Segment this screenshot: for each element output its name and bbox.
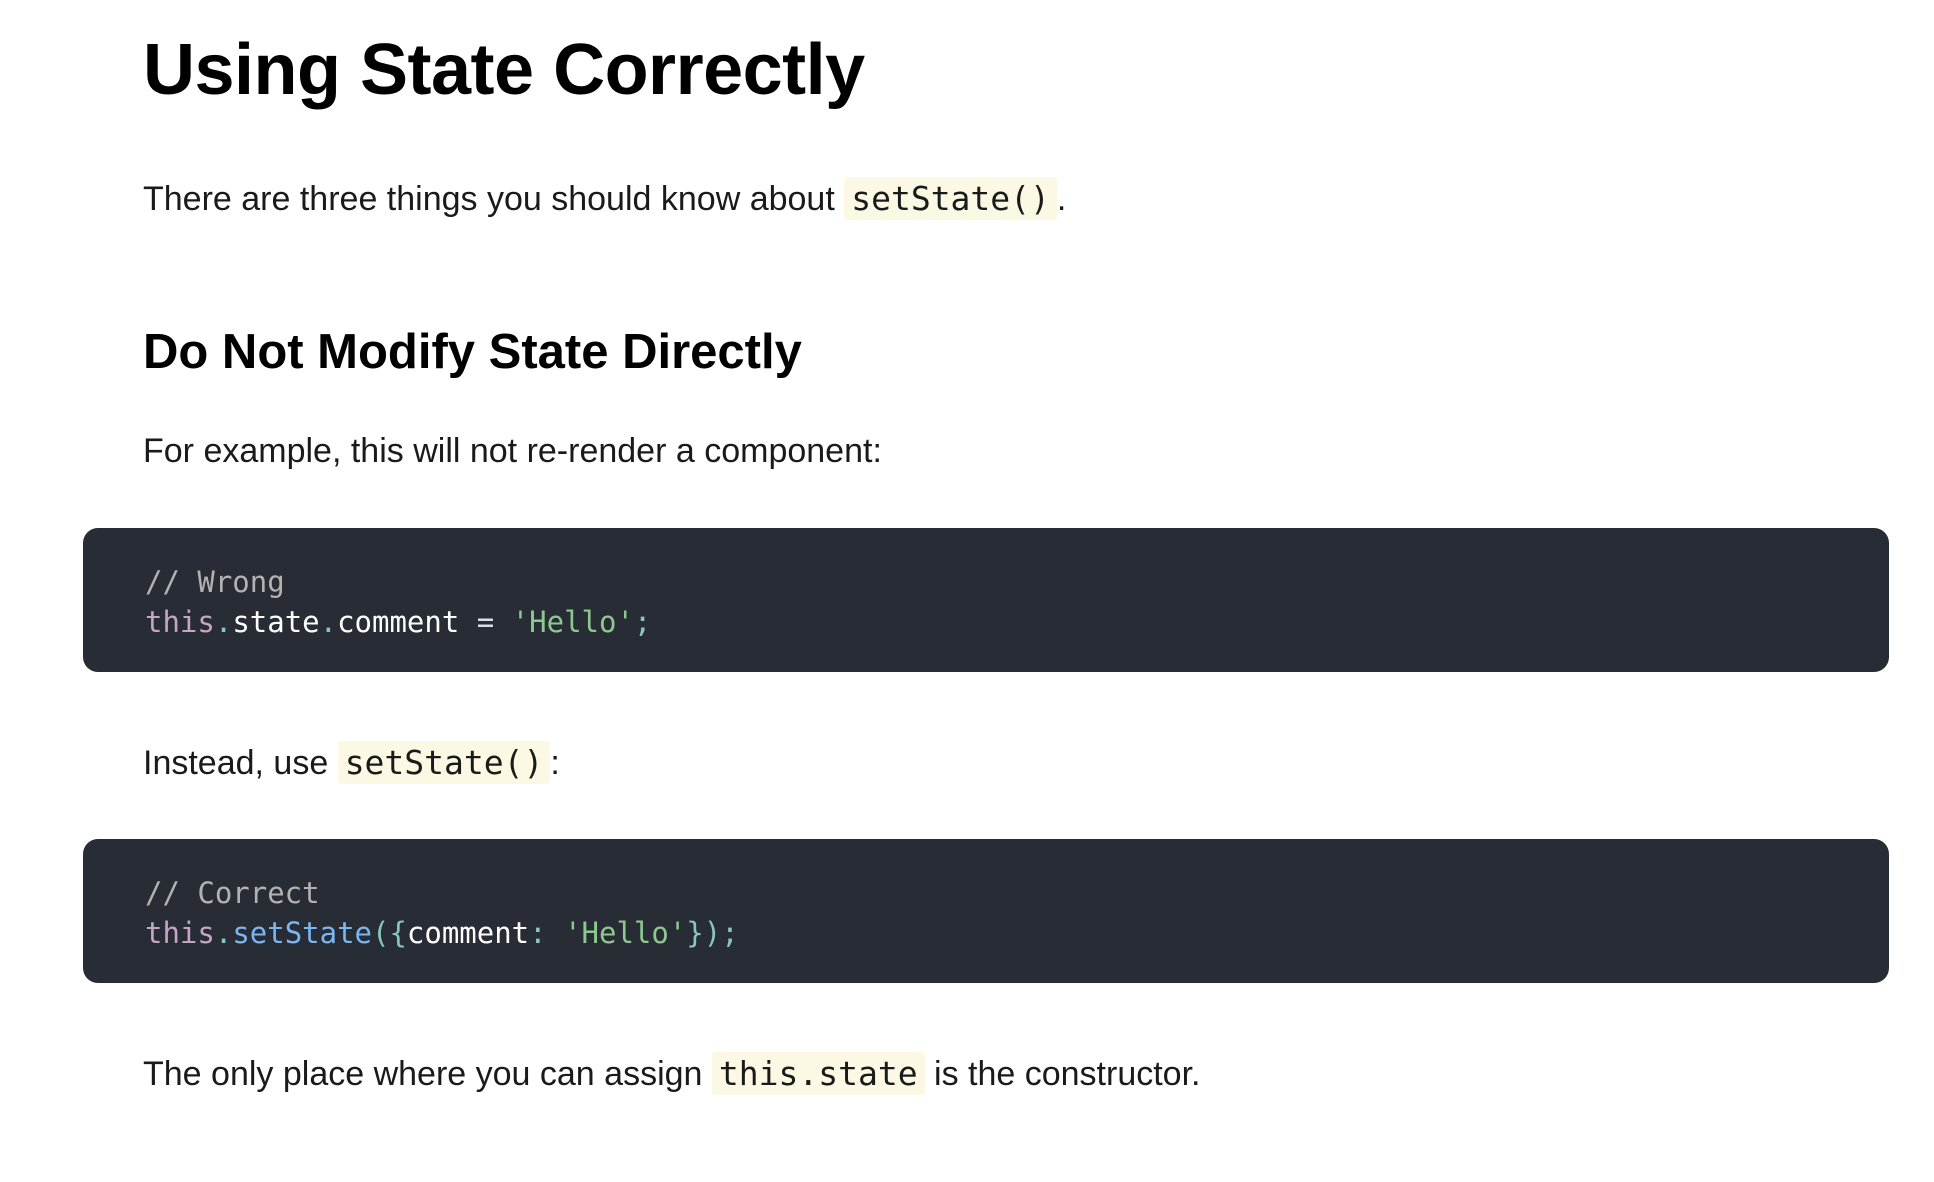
page-title: Using State Correctly [143, 30, 865, 110]
code-block-wrong: // Wrong this.state.comment = 'Hello'; [83, 528, 1889, 672]
code-string: 'Hello' [564, 916, 687, 950]
code-comment-line: // Wrong [145, 562, 1889, 602]
code-keyword-this: this [145, 916, 215, 950]
intro-text: There are three things you should know a… [143, 180, 845, 218]
code-comment: // Correct [145, 876, 320, 910]
code-dot: . [214, 916, 233, 950]
closing-text: The only place where you can assign [143, 1055, 712, 1093]
closing-text-end: is the constructor. [924, 1055, 1201, 1093]
inline-code-setstate: setState() [844, 177, 1057, 220]
code-open-brace: ({ [372, 916, 407, 950]
code-string: 'Hello' [511, 605, 634, 639]
code-dot: . [214, 605, 233, 639]
intro-paragraph: There are three things you should know a… [143, 174, 1066, 224]
closing-paragraph: The only place where you can assign this… [143, 1049, 1200, 1099]
instead-text: Instead, use [143, 744, 338, 782]
code-property-comment: comment [337, 605, 460, 639]
section-heading: Do Not Modify State Directly [143, 325, 802, 379]
instead-paragraph: Instead, use setState(): [143, 738, 560, 788]
article-content: Using State Correctly There are three th… [0, 0, 1934, 1182]
code-block-correct: // Correct this.setState({comment: 'Hell… [83, 839, 1889, 983]
code-close-brace: }); [686, 916, 739, 950]
code-statement-line: this.state.comment = 'Hello'; [145, 602, 1889, 642]
intro-text-end: . [1056, 180, 1067, 218]
code-assign: = [459, 605, 512, 639]
code-dot: . [319, 605, 338, 639]
code-keyword-this: this [145, 605, 215, 639]
code-comment: // Wrong [145, 565, 285, 599]
example-paragraph: For example, this will not re-render a c… [143, 432, 882, 470]
code-function-setstate: setState [232, 916, 372, 950]
instead-text-end: : [550, 744, 560, 782]
inline-code-setstate: setState() [337, 741, 551, 784]
code-colon: : [529, 916, 565, 950]
code-property-state: state [232, 605, 320, 639]
code-statement-line: this.setState({comment: 'Hello'}); [145, 913, 1889, 953]
inline-code-this-state: this.state [711, 1052, 925, 1095]
code-property-comment: comment [406, 916, 530, 950]
code-semicolon: ; [633, 605, 652, 639]
code-comment-line: // Correct [145, 873, 1889, 913]
